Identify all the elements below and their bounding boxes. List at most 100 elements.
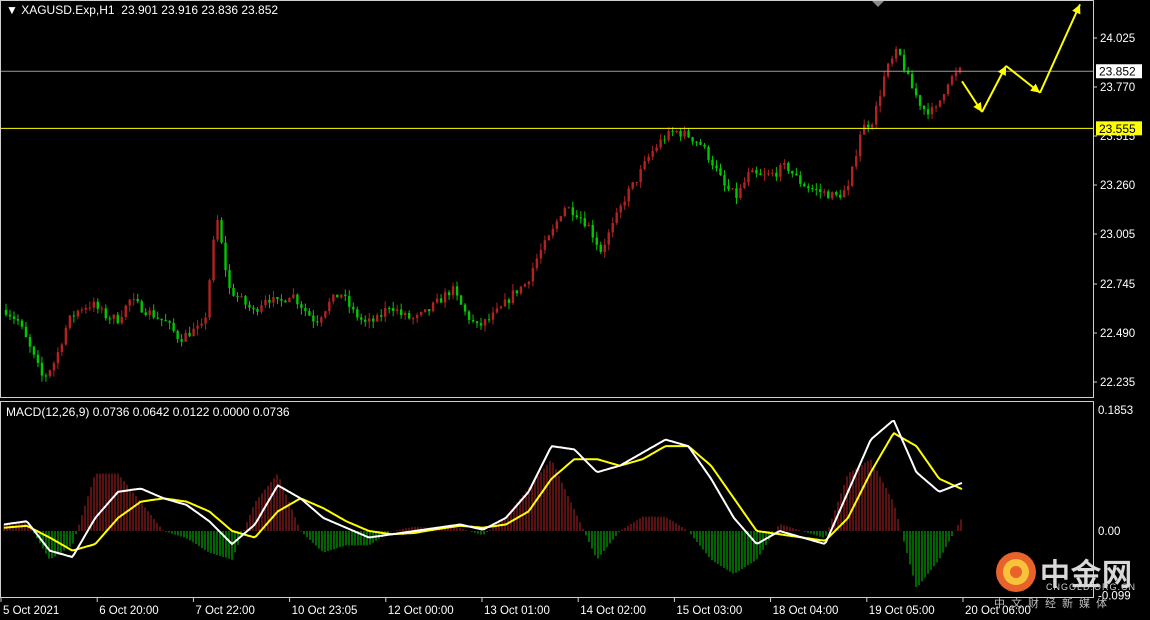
candle: [332, 294, 335, 305]
candle: [52, 361, 56, 377]
candle: [918, 94, 922, 111]
candle: [647, 153, 650, 164]
candle: [663, 135, 666, 144]
time-tick-label: 19 Oct 05:00: [869, 605, 935, 617]
candle: [4, 303, 8, 317]
candle: [607, 229, 610, 251]
candle: [583, 211, 586, 228]
candle: [771, 168, 774, 177]
candle: [543, 235, 547, 254]
price-tick-label: 23.770: [1100, 82, 1135, 94]
candle: [264, 295, 267, 309]
candle: [435, 293, 439, 304]
candle: [551, 224, 555, 239]
candle: [559, 215, 563, 222]
collapse-triangle-icon[interactable]: ▼: [6, 3, 21, 17]
macd-group: [3, 419, 963, 588]
candle: [84, 304, 88, 314]
candle: [399, 303, 403, 319]
candle: [316, 315, 319, 326]
candle: [894, 46, 898, 63]
candle: [447, 290, 451, 300]
candle: [675, 129, 678, 134]
candle: [236, 292, 239, 302]
candle: [731, 188, 734, 190]
candle: [164, 313, 167, 322]
candle: [92, 297, 96, 312]
candle: [415, 312, 419, 323]
candle: [759, 168, 762, 176]
time-tick-label: 15 Oct 03:00: [676, 605, 742, 617]
candle: [419, 311, 423, 318]
candle: [799, 171, 802, 187]
candle: [324, 310, 327, 320]
candle: [575, 210, 579, 220]
candle: [655, 144, 658, 153]
candle: [902, 49, 906, 73]
candle: [651, 145, 654, 161]
symbol-label: XAGUSD.Exp,H1: [21, 3, 115, 17]
candle: [28, 333, 32, 353]
candle: [284, 299, 287, 303]
candle: [56, 347, 60, 370]
candle: [224, 236, 227, 277]
candle: [695, 140, 698, 147]
candle: [356, 306, 359, 321]
candle: [256, 307, 259, 316]
candle: [220, 217, 223, 244]
candle: [942, 93, 946, 104]
level-price-tag: 23.555: [1096, 121, 1142, 136]
candle: [208, 278, 211, 321]
price-tick-label: 22.745: [1100, 279, 1135, 291]
candle: [20, 319, 24, 330]
candle: [240, 292, 243, 298]
candle: [152, 304, 155, 320]
time-tick-label: 10 Oct 23:05: [292, 605, 358, 617]
time-tick-label: 6 Oct 20:00: [99, 605, 158, 617]
candle: [252, 305, 255, 315]
candle: [707, 145, 710, 163]
candle: [795, 168, 798, 176]
candle: [735, 182, 738, 205]
candle: [747, 167, 750, 187]
macd-header: MACD(12,26,9) 0.0736 0.0642 0.0122 0.000…: [6, 405, 290, 419]
candle: [451, 282, 455, 300]
candle: [791, 170, 794, 178]
current-price-tag: 23.852: [1096, 64, 1142, 79]
candle: [886, 62, 890, 79]
candle: [635, 181, 638, 187]
candle: [922, 104, 926, 115]
candle: [431, 301, 435, 313]
candle: [423, 309, 427, 313]
candle: [914, 82, 918, 99]
candle: [715, 160, 718, 172]
candle: [124, 304, 127, 321]
candle: [443, 288, 447, 308]
candle: [272, 290, 275, 308]
time-tick-label: 7 Oct 22:00: [195, 605, 254, 617]
candle: [938, 100, 942, 108]
candle: [68, 315, 72, 331]
candle: [743, 177, 746, 190]
candle: [88, 301, 92, 311]
candle: [340, 294, 343, 299]
candle: [807, 183, 810, 193]
candle: [827, 189, 830, 199]
candle: [699, 138, 702, 146]
candle: [376, 312, 379, 323]
candle: [591, 219, 594, 243]
candle: [132, 293, 135, 306]
svg-text:23.555: 23.555: [1099, 122, 1136, 136]
candle: [547, 234, 551, 241]
candle: [823, 188, 826, 197]
candle: [176, 329, 179, 343]
shift-marker-icon[interactable]: [872, 1, 884, 7]
price-tick-label: 22.235: [1100, 377, 1135, 389]
candle: [499, 305, 503, 310]
candle: [8, 309, 12, 321]
candle: [128, 298, 131, 312]
candle: [519, 285, 523, 296]
candle: [36, 350, 40, 368]
main-pane-frame: [0, 0, 1094, 398]
ohlc-values: 23.901 23.916 23.836 23.852: [121, 3, 279, 17]
